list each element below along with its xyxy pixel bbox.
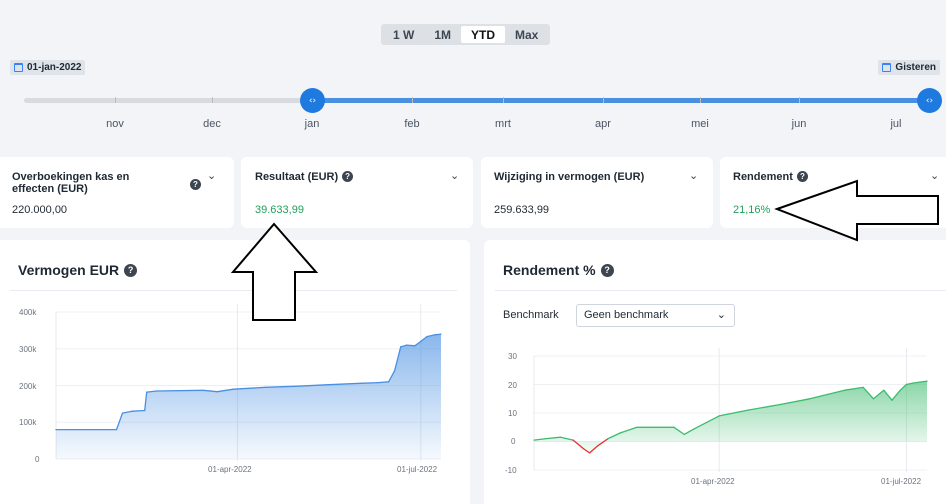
annotation-arrows — [230, 179, 939, 321]
up-arrow-annotation — [230, 222, 319, 321]
left-arrow-annotation — [774, 179, 939, 242]
